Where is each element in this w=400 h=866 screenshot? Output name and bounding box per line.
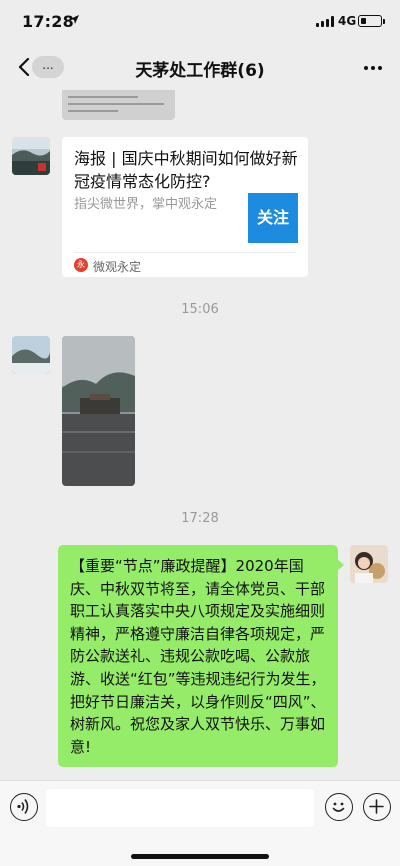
chat-area[interactable]: 海报 | 国庆中秋期间如何做好新冠疫情常态化防控? 指尖微世界，掌中观永定 关注… bbox=[0, 90, 400, 780]
article-thumbnail: 关注 bbox=[248, 193, 298, 243]
input-bar bbox=[0, 780, 400, 866]
more-actions-plus-icon[interactable] bbox=[363, 793, 391, 821]
network-type: 4G bbox=[338, 14, 357, 28]
chat-header: ... 天茅处工作群(6) bbox=[0, 44, 400, 90]
timestamp: 17:28 bbox=[181, 511, 219, 526]
status-bar: 17:28 4G bbox=[0, 0, 400, 44]
home-indicator bbox=[131, 854, 269, 859]
photo-message[interactable] bbox=[62, 336, 135, 486]
article-title: 海报 | 国庆中秋期间如何做好新冠疫情常态化防控? bbox=[74, 149, 298, 191]
source-logo-icon: 永 bbox=[74, 258, 88, 272]
chat-title: 天茅处工作群(6) bbox=[135, 61, 265, 81]
more-options-icon[interactable] bbox=[364, 66, 382, 70]
article-card[interactable]: 海报 | 国庆中秋期间如何做好新冠疫情常态化防控? 指尖微世界，掌中观永定 关注… bbox=[62, 137, 308, 277]
battery-icon bbox=[358, 15, 382, 27]
timestamp: 15:06 bbox=[181, 302, 219, 317]
text-message-bubble[interactable]: 【重要“节点”廉政提醒】2020年国庆、中秋双节将至，请全体党员、干部职工认真落… bbox=[58, 545, 338, 767]
article-source-name: 微观永定 bbox=[93, 260, 142, 274]
battery-tip bbox=[383, 19, 385, 24]
bubble-tail bbox=[337, 559, 344, 571]
card-divider bbox=[74, 252, 296, 253]
message-input[interactable] bbox=[46, 789, 314, 827]
voice-icon[interactable] bbox=[10, 793, 38, 821]
previous-image-message[interactable] bbox=[62, 90, 175, 120]
my-avatar[interactable] bbox=[350, 545, 388, 583]
cellular-signal-icon bbox=[316, 16, 334, 27]
status-time: 17:28 bbox=[22, 12, 74, 31]
sender-avatar[interactable] bbox=[12, 137, 50, 175]
sender-avatar[interactable] bbox=[12, 336, 50, 374]
article-description: 指尖微世界，掌中观永定 bbox=[74, 197, 218, 212]
location-arrow-icon bbox=[70, 15, 79, 24]
emoji-icon[interactable] bbox=[325, 793, 353, 821]
